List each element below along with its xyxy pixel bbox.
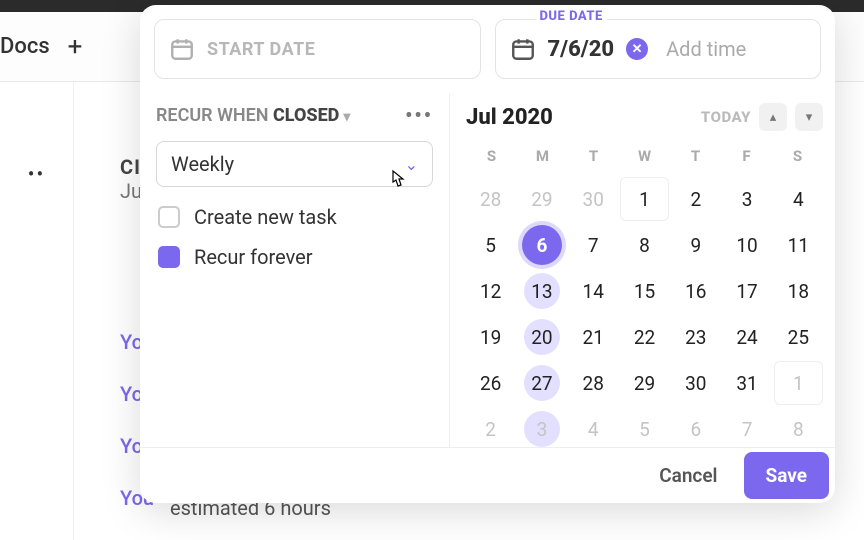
calendar-day[interactable]: 12	[466, 269, 515, 313]
calendar-day[interactable]: 29	[517, 177, 566, 221]
calendar-day[interactable]: 30	[671, 361, 720, 405]
docs-tab[interactable]: Docs	[0, 34, 50, 59]
create-new-task-row[interactable]: Create new task	[156, 205, 433, 229]
recur-header: RECUR WHEN CLOSED▾ •••	[156, 103, 433, 127]
calendar-day[interactable]: 16	[671, 269, 720, 313]
calendar-day[interactable]: 26	[466, 361, 515, 405]
recur-when-dropdown[interactable]: RECUR WHEN CLOSED▾	[156, 105, 350, 126]
start-date-placeholder: START DATE	[207, 39, 315, 60]
weekday-label: T	[670, 141, 721, 171]
create-new-task-checkbox[interactable]	[158, 206, 180, 228]
calendar-grid: 2829301234567891011121314151617181920212…	[466, 177, 823, 451]
recurrence-panel: RECUR WHEN CLOSED▾ ••• Weekly ⌄ Create n…	[140, 93, 450, 453]
weekday-label: M	[517, 141, 568, 171]
calendar-day[interactable]: 29	[620, 361, 669, 405]
calendar-day[interactable]: 31	[722, 361, 771, 405]
calendar-panel: Jul 2020 TODAY ▴ ▾ SMTWTFS 2829301234567…	[450, 93, 835, 453]
calendar-day[interactable]: 24	[722, 315, 771, 359]
more-icon[interactable]: ••	[28, 162, 46, 540]
calendar-day[interactable]: 6	[522, 225, 562, 265]
calendar-day[interactable]: 28	[569, 361, 618, 405]
add-tab-button[interactable]: +	[68, 32, 83, 62]
save-button[interactable]: Save	[744, 452, 830, 499]
calendar-controls: TODAY ▴ ▾	[701, 103, 823, 131]
calendar-day[interactable]: 27	[517, 361, 566, 405]
recur-title-prefix: RECUR WHEN	[156, 105, 273, 126]
calendar-day[interactable]: 22	[620, 315, 669, 359]
chevron-down-icon: ▾	[343, 109, 350, 125]
calendar-day[interactable]: 8	[620, 223, 669, 267]
weekday-label: W	[619, 141, 670, 171]
calendar-day[interactable]: 15	[620, 269, 669, 313]
date-row: START DATE DUE DATE 7/6/20 ✕ Add time	[140, 5, 835, 93]
calendar-day[interactable]: 25	[774, 315, 823, 359]
calendar-day[interactable]: 20	[517, 315, 566, 359]
calendar-day[interactable]: 18	[774, 269, 823, 313]
calendar-day[interactable]: 5	[620, 407, 669, 451]
calendar-day[interactable]: 17	[722, 269, 771, 313]
calendar-day[interactable]: 9	[671, 223, 720, 267]
calendar-day[interactable]: 14	[569, 269, 618, 313]
calendar-day[interactable]: 11	[774, 223, 823, 267]
bg-line-2: Ju	[120, 179, 142, 203]
bg-content: CI Ju	[120, 155, 142, 203]
recur-forever-label: Recur forever	[194, 245, 313, 269]
modal-footer: Cancel Save	[140, 447, 835, 503]
weekday-label: T	[568, 141, 619, 171]
calendar-day[interactable]: 5	[466, 223, 515, 267]
create-new-task-label: Create new task	[194, 205, 337, 229]
weekday-label: S	[772, 141, 823, 171]
calendar-day[interactable]: 28	[466, 177, 515, 221]
calendar-day[interactable]: 2	[466, 407, 515, 451]
calendar-day[interactable]: 3	[722, 177, 771, 221]
frequency-value: Weekly	[171, 152, 234, 176]
calendar-day[interactable]: 13	[517, 269, 566, 313]
recur-title-state: CLOSED	[273, 105, 339, 126]
calendar-day[interactable]: 23	[671, 315, 720, 359]
calendar-day[interactable]: 7	[569, 223, 618, 267]
next-month-button[interactable]: ▾	[795, 103, 823, 131]
calendar-day[interactable]: 21	[569, 315, 618, 359]
calendar-header: Jul 2020 TODAY ▴ ▾	[466, 103, 823, 131]
recur-forever-checkbox[interactable]	[158, 246, 180, 268]
due-date-value: 7/6/20	[548, 37, 615, 62]
calendar-day[interactable]: 1	[774, 361, 823, 405]
calendar-day[interactable]: 4	[774, 177, 823, 221]
weekday-label: F	[721, 141, 772, 171]
add-time-button[interactable]: Add time	[666, 37, 746, 61]
calendar-day[interactable]: 4	[569, 407, 618, 451]
modal-body: RECUR WHEN CLOSED▾ ••• Weekly ⌄ Create n…	[140, 93, 835, 453]
chevron-down-icon: ⌄	[405, 155, 418, 174]
app-sidebar: ••	[0, 82, 74, 540]
calendar-day[interactable]: 10	[722, 223, 771, 267]
calendar-icon	[169, 36, 195, 62]
calendar-month-label: Jul 2020	[466, 105, 553, 130]
frequency-select[interactable]: Weekly ⌄	[156, 141, 433, 187]
calendar-day[interactable]: 3	[517, 407, 566, 451]
start-date-input[interactable]: START DATE	[154, 19, 481, 79]
today-button[interactable]: TODAY	[701, 108, 751, 126]
prev-month-button[interactable]: ▴	[759, 103, 787, 131]
more-options-button[interactable]: •••	[405, 103, 433, 127]
weekday-label: S	[466, 141, 517, 171]
bg-line-1: CI	[120, 155, 142, 179]
due-date-input[interactable]: DUE DATE 7/6/20 ✕ Add time	[495, 19, 822, 79]
calendar-day[interactable]: 1	[620, 177, 669, 221]
cancel-button[interactable]: Cancel	[643, 454, 733, 497]
clear-due-date-button[interactable]: ✕	[626, 38, 648, 60]
calendar-day[interactable]: 6	[671, 407, 720, 451]
calendar-icon	[510, 36, 536, 62]
recur-forever-row[interactable]: Recur forever	[156, 245, 433, 269]
calendar-day[interactable]: 7	[722, 407, 771, 451]
date-recurrence-modal: START DATE DUE DATE 7/6/20 ✕ Add time RE…	[140, 5, 835, 503]
calendar-day[interactable]: 30	[569, 177, 618, 221]
calendar-day[interactable]: 19	[466, 315, 515, 359]
due-date-label: DUE DATE	[536, 9, 607, 24]
calendar-weekdays: SMTWTFS	[466, 141, 823, 171]
calendar-day[interactable]: 8	[774, 407, 823, 451]
calendar-day[interactable]: 2	[671, 177, 720, 221]
